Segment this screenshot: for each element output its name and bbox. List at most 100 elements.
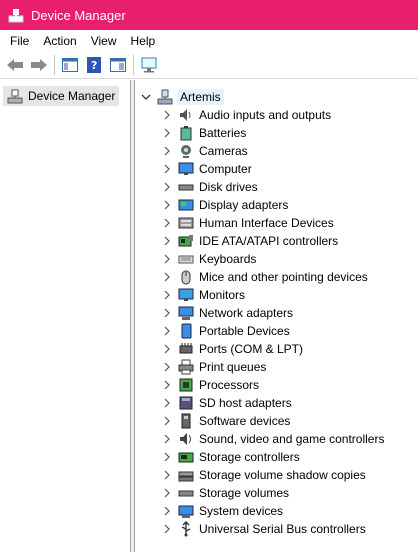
network-adapter-icon	[178, 305, 194, 321]
tree-category-row[interactable]: Processors	[135, 376, 418, 394]
tree-category-row[interactable]: IDE ATA/ATAPI controllers	[135, 232, 418, 250]
chevron-right-icon[interactable]	[162, 254, 172, 264]
title-bar: Device Manager	[0, 0, 418, 30]
tree-root-label: Artemis	[177, 89, 224, 105]
chevron-right-icon[interactable]	[162, 398, 172, 408]
chevron-right-icon[interactable]	[162, 218, 172, 228]
chevron-right-icon[interactable]	[162, 164, 172, 174]
disk-drive-icon	[178, 179, 194, 195]
chevron-right-icon[interactable]	[162, 200, 172, 210]
shadow-copy-icon	[178, 467, 194, 483]
tree-category-row[interactable]: Monitors	[135, 286, 418, 304]
processor-icon	[178, 377, 194, 393]
chevron-right-icon[interactable]	[162, 182, 172, 192]
portable-device-icon	[178, 323, 194, 339]
device-manager-icon	[7, 88, 23, 104]
tree-category-row[interactable]: Human Interface Devices	[135, 214, 418, 232]
tree-category-row[interactable]: Ports (COM & LPT)	[135, 340, 418, 358]
chevron-right-icon[interactable]	[162, 416, 172, 426]
tree-category-row[interactable]: Batteries	[135, 124, 418, 142]
chevron-right-icon[interactable]	[162, 290, 172, 300]
tree-category-label: Audio inputs and outputs	[199, 108, 332, 122]
speaker-icon	[178, 107, 194, 123]
menu-file[interactable]: File	[3, 32, 36, 50]
tree-category-label: Computer	[199, 162, 252, 176]
camera-icon	[178, 143, 194, 159]
tree-category-row[interactable]: Network adapters	[135, 304, 418, 322]
forward-arrow-icon[interactable]	[27, 54, 50, 76]
storage-controller-icon	[178, 449, 194, 465]
chevron-right-icon[interactable]	[162, 236, 172, 246]
tree-category-row[interactable]: Display adapters	[135, 196, 418, 214]
tree-category-label: Batteries	[199, 126, 247, 140]
tree-category-row[interactable]: Universal Serial Bus controllers	[135, 520, 418, 538]
tree-category-row[interactable]: Sound, video and game controllers	[135, 430, 418, 448]
tree-category-label: SD host adapters	[199, 396, 292, 410]
tree-category-row[interactable]: Storage controllers	[135, 448, 418, 466]
tree-category-label: Storage volume shadow copies	[199, 468, 366, 482]
tree-category-label: Keyboards	[199, 252, 257, 266]
tree-root-row[interactable]: Artemis	[135, 88, 418, 106]
tree-category-label: Network adapters	[199, 306, 294, 320]
menu-help[interactable]: Help	[124, 32, 163, 50]
mouse-icon	[178, 269, 194, 285]
chevron-right-icon[interactable]	[162, 272, 172, 282]
window-title: Device Manager	[31, 7, 126, 23]
tree-category-label: Storage controllers	[199, 450, 300, 464]
chevron-right-icon[interactable]	[162, 326, 172, 336]
tree-category-row[interactable]: Print queues	[135, 358, 418, 376]
tree-category-row[interactable]: Computer	[135, 160, 418, 178]
chevron-right-icon[interactable]	[162, 452, 172, 462]
tree-category-label: Human Interface Devices	[199, 216, 334, 230]
chevron-right-icon[interactable]	[162, 362, 172, 372]
computer-root-icon	[157, 89, 173, 105]
main-area: Device Manager Artemis Audio inputs and …	[0, 80, 418, 552]
help-icon[interactable]: ?	[82, 54, 105, 76]
chevron-right-icon[interactable]	[162, 470, 172, 480]
device-tree-pane: Artemis Audio inputs and outputs Batterie…	[134, 80, 418, 552]
device-category-list: Audio inputs and outputs Batteries Cameras…	[135, 106, 418, 538]
chevron-down-icon[interactable]	[141, 92, 151, 102]
tree-category-row[interactable]: SD host adapters	[135, 394, 418, 412]
tree-category-row[interactable]: Mice and other pointing devices	[135, 268, 418, 286]
tree-category-row[interactable]: Portable Devices	[135, 322, 418, 340]
scan-hardware-icon[interactable]	[137, 54, 160, 76]
toolbar-separator	[54, 54, 55, 75]
tree-category-row[interactable]: Disk drives	[135, 178, 418, 196]
back-arrow-icon[interactable]	[3, 54, 26, 76]
chevron-right-icon[interactable]	[162, 380, 172, 390]
chevron-right-icon[interactable]	[162, 308, 172, 318]
tree-category-label: Software devices	[199, 414, 291, 428]
chevron-right-icon[interactable]	[162, 488, 172, 498]
chevron-right-icon[interactable]	[162, 146, 172, 156]
tree-category-label: Sound, video and game controllers	[199, 432, 385, 446]
monitor-icon	[178, 287, 194, 303]
tree-category-label: Storage volumes	[199, 486, 290, 500]
tree-category-row[interactable]: System devices	[135, 502, 418, 520]
tree-category-label: Display adapters	[199, 198, 289, 212]
show-hide-tree-icon[interactable]	[58, 54, 81, 76]
menu-bar: File Action View Help	[0, 30, 418, 51]
menu-view[interactable]: View	[84, 32, 124, 50]
battery-icon	[178, 125, 194, 141]
tree-category-row[interactable]: Cameras	[135, 142, 418, 160]
tree-category-row[interactable]: Storage volume shadow copies	[135, 466, 418, 484]
tree-category-label: Cameras	[199, 144, 248, 158]
tree-category-row[interactable]: Software devices	[135, 412, 418, 430]
chevron-right-icon[interactable]	[162, 344, 172, 354]
tree-category-row[interactable]: Keyboards	[135, 250, 418, 268]
svg-text:?: ?	[91, 59, 97, 72]
tree-category-row[interactable]: Audio inputs and outputs	[135, 106, 418, 124]
properties-pane-icon[interactable]	[106, 54, 129, 76]
console-tree-item-device-manager[interactable]: Device Manager	[3, 86, 119, 106]
chevron-right-icon[interactable]	[162, 506, 172, 516]
tree-category-row[interactable]: Storage volumes	[135, 484, 418, 502]
toolbar: ?	[0, 51, 418, 79]
chevron-right-icon[interactable]	[162, 110, 172, 120]
chevron-right-icon[interactable]	[162, 434, 172, 444]
chevron-right-icon[interactable]	[162, 128, 172, 138]
chevron-right-icon[interactable]	[162, 524, 172, 534]
tree-category-label: Monitors	[199, 288, 246, 302]
menu-action[interactable]: Action	[36, 32, 83, 50]
computer-icon	[178, 161, 194, 177]
